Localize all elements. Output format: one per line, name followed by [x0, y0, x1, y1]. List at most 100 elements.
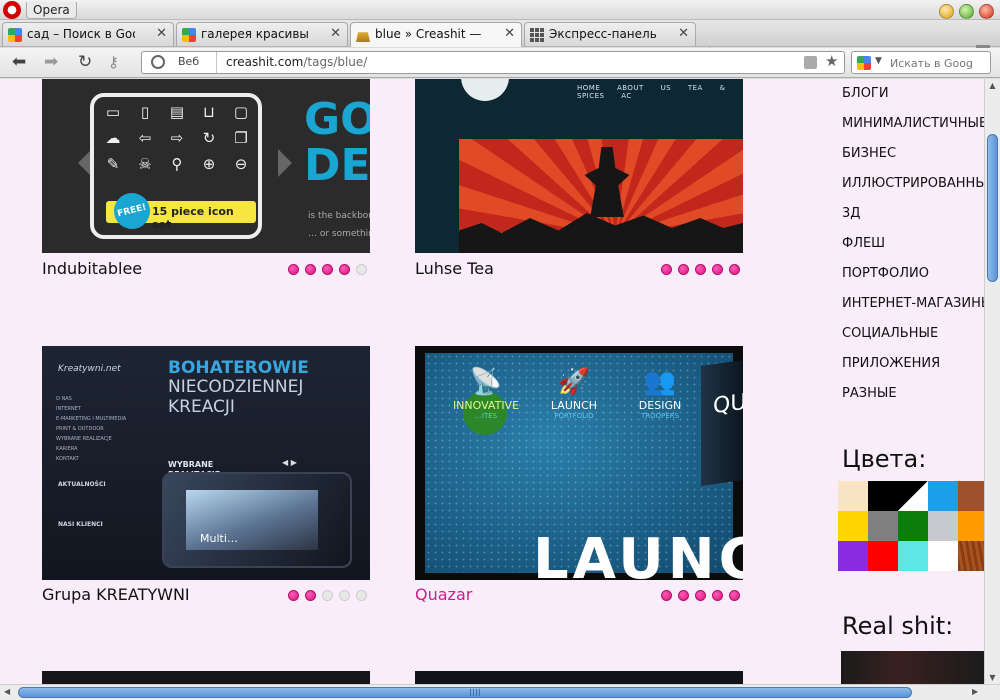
- chevron-down-icon[interactable]: ▼: [875, 56, 882, 66]
- rating[interactable]: [661, 590, 740, 601]
- color-swatch[interactable]: [868, 511, 898, 541]
- sidebar-item-flash[interactable]: ФЛЕШ: [842, 236, 885, 251]
- tab-close-icon[interactable]: ✕: [330, 26, 341, 41]
- rating-dot[interactable]: [712, 264, 723, 275]
- rating[interactable]: [661, 264, 740, 275]
- rating-dot[interactable]: [339, 590, 350, 601]
- rating-dot[interactable]: [305, 264, 316, 275]
- scroll-down-icon[interactable]: ▼: [985, 673, 1000, 682]
- rating-dot[interactable]: [356, 590, 367, 601]
- vertical-scrollbar[interactable]: ▲ ▼: [984, 79, 1000, 684]
- opera-menu-button[interactable]: Opera: [26, 2, 77, 19]
- forward-button[interactable]: ➡: [44, 52, 58, 72]
- rating-dot[interactable]: [356, 264, 367, 275]
- sidebar-item-business[interactable]: БИЗНЕС: [842, 146, 896, 161]
- reload-button[interactable]: ↻: [78, 52, 92, 72]
- vertical-scroll-thumb[interactable]: [987, 134, 998, 282]
- rating-dot[interactable]: [661, 264, 672, 275]
- opera-logo-icon[interactable]: [3, 1, 21, 19]
- satellite-dish-icon: 📡: [469, 367, 503, 397]
- rss-icon[interactable]: [804, 56, 817, 69]
- bookmark-star-icon[interactable]: ★: [825, 52, 838, 70]
- wand-key-icon[interactable]: ⚷: [108, 52, 119, 72]
- thumb-item-design: 👥 DESIGN TROOPERS: [615, 365, 705, 420]
- close-window-button[interactable]: [979, 4, 994, 19]
- sidebar-item-shops[interactable]: ИНТЕРНЕТ-МАГАЗИНЫ: [842, 296, 984, 311]
- tab-gallery-search[interactable]: галерея красивых сай… ✕: [176, 22, 348, 46]
- tab-close-icon[interactable]: ✕: [504, 26, 515, 41]
- tab-speed-dial[interactable]: Экспресс-панель ✕: [524, 22, 696, 46]
- thumbnail-kreatywni[interactable]: Kreatywni.net O NAS INTERNET E-MARKETING…: [42, 346, 370, 580]
- tab-close-icon[interactable]: ✕: [156, 26, 167, 41]
- rating-dot[interactable]: [322, 590, 333, 601]
- thumbnail-luhse-tea[interactable]: HOME ABOUT US TEA & SPICES AC: [415, 79, 743, 253]
- carousel-arrows-icon: ◀ ▶: [282, 458, 297, 467]
- sidebar-item-minimal[interactable]: МИНИМАЛИСТИЧНЫЕ: [842, 116, 984, 131]
- search-box[interactable]: ▼: [851, 51, 991, 74]
- color-swatch[interactable]: [958, 481, 984, 511]
- sidebar-item-illustrated[interactable]: ИЛЛЮСТРИРОВАННЫЕ: [842, 176, 984, 191]
- rating-dot[interactable]: [661, 590, 672, 601]
- color-swatch[interactable]: [898, 541, 928, 571]
- thumbnail-indubitablee[interactable]: ▭ ▯ ▤ ⊔ ▢ ☁ ⇦ ⇨ ↻ ❐ ✎ ☠ ⚲ ⊕ ⊖ 15 piece i…: [42, 79, 370, 253]
- color-swatch[interactable]: [868, 541, 898, 571]
- sidebar-item-portfolio[interactable]: ПОРТФОЛИО: [842, 266, 929, 281]
- rating-dot[interactable]: [288, 264, 299, 275]
- url-text[interactable]: creashit.com/tags/blue/: [226, 55, 367, 69]
- color-swatch[interactable]: [928, 481, 958, 511]
- card-title[interactable]: Indubitablee: [42, 259, 142, 278]
- tab-close-icon[interactable]: ✕: [678, 26, 689, 41]
- search-input[interactable]: [890, 54, 988, 72]
- rating-dot[interactable]: [729, 590, 740, 601]
- rating-dot[interactable]: [712, 590, 723, 601]
- sidebar-item-blogs[interactable]: БЛОГИ: [842, 86, 889, 101]
- card-title-link[interactable]: Quazar: [415, 585, 472, 604]
- rating-dot[interactable]: [695, 590, 706, 601]
- scroll-right-icon[interactable]: ▶: [972, 687, 978, 696]
- sidebar-item-3d[interactable]: 3Д: [842, 206, 860, 221]
- color-swatch[interactable]: [958, 541, 984, 571]
- back-button[interactable]: ⬅: [12, 52, 26, 72]
- color-swatch[interactable]: [958, 511, 984, 541]
- tab-google-search[interactable]: сад – Поиск в Google ✕: [2, 22, 174, 46]
- horizontal-scrollbar[interactable]: ◀ ▶: [0, 684, 1000, 700]
- rating-dot[interactable]: [339, 264, 350, 275]
- rating[interactable]: [288, 590, 367, 601]
- real-shit-thumbnail[interactable]: [841, 651, 984, 684]
- sidebar-item-misc[interactable]: РАЗНЫЕ: [842, 386, 897, 401]
- url-path: /tags/blue/: [303, 55, 368, 69]
- thumbnail-quazar[interactable]: 📡 INNOVATIVE …ITES 🚀 LAUNCH PORTFOLIO 👥 …: [415, 346, 743, 580]
- color-swatch[interactable]: [928, 511, 958, 541]
- sidebar-item-social[interactable]: СОЦИАЛЬНЫЕ: [842, 326, 938, 341]
- arrow-left-icon: [64, 149, 92, 177]
- rating-dot[interactable]: [678, 590, 689, 601]
- scroll-left-icon[interactable]: ◀: [4, 687, 10, 696]
- color-swatch[interactable]: [838, 511, 868, 541]
- color-swatch[interactable]: [838, 541, 868, 571]
- web-badge: Веб: [178, 55, 200, 68]
- sidebar-item-apps[interactable]: ПРИЛОЖЕНИЯ: [842, 356, 940, 371]
- card-title[interactable]: Grupa KREATYWNI: [42, 585, 190, 604]
- rating-dot[interactable]: [678, 264, 689, 275]
- rating-dot[interactable]: [288, 590, 299, 601]
- color-swatch[interactable]: [838, 481, 868, 511]
- color-swatch[interactable]: [898, 481, 928, 511]
- thumbnail-partial[interactable]: [42, 671, 370, 684]
- skull-icon: ☠: [138, 155, 152, 173]
- scroll-up-icon[interactable]: ▲: [985, 81, 1000, 90]
- minimize-button[interactable]: [939, 4, 954, 19]
- rating[interactable]: [288, 264, 367, 275]
- color-swatch[interactable]: [868, 481, 898, 511]
- thumbnail-partial[interactable]: [415, 671, 743, 684]
- card-title[interactable]: Luhse Tea: [415, 259, 494, 278]
- maximize-button[interactable]: [959, 4, 974, 19]
- horizontal-scroll-thumb[interactable]: [18, 687, 912, 698]
- rating-dot[interactable]: [322, 264, 333, 275]
- address-bar[interactable]: Веб creashit.com/tags/blue/ ★: [141, 51, 845, 74]
- color-swatch[interactable]: [898, 511, 928, 541]
- rating-dot[interactable]: [729, 264, 740, 275]
- rating-dot[interactable]: [695, 264, 706, 275]
- color-swatch[interactable]: [928, 541, 958, 571]
- tab-creashit-blue[interactable]: blue » Creashit — гале… ✕: [350, 22, 522, 47]
- rating-dot[interactable]: [305, 590, 316, 601]
